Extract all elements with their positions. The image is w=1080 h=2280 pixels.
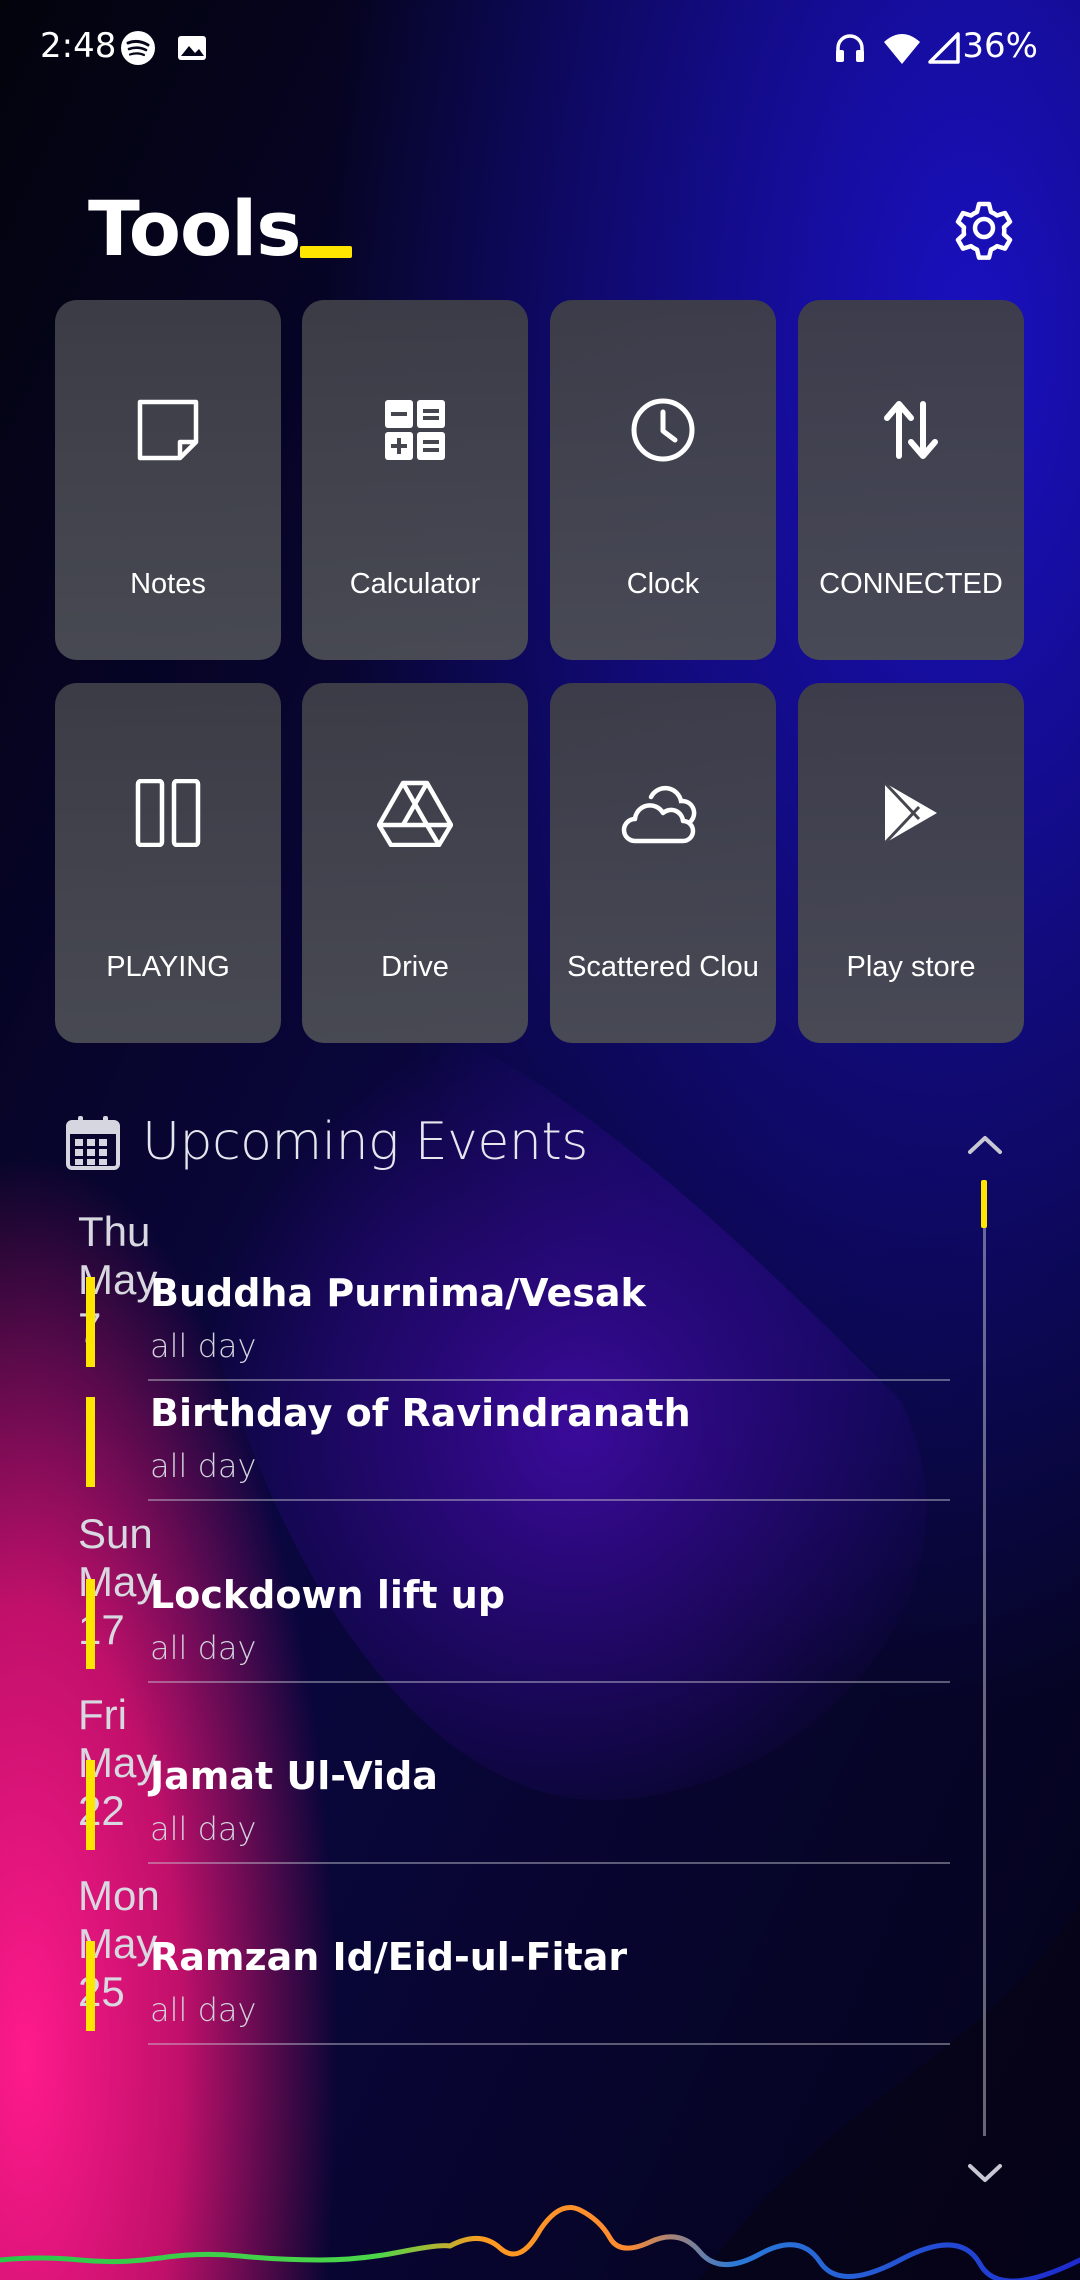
tile-label: PLAYING [106, 951, 230, 983]
tile-playing[interactable]: PLAYING [55, 683, 281, 1043]
divider [148, 2043, 950, 2045]
image-icon [178, 36, 206, 60]
clock-icon [613, 390, 713, 470]
events-title: Upcoming Events [142, 1112, 588, 1172]
event-color-bar [86, 1941, 95, 2031]
tile-calculator[interactable]: Calculator [302, 300, 528, 660]
event-time: all day [150, 1447, 257, 1485]
event-color-bar [86, 1760, 95, 1850]
event-time: all day [150, 1327, 257, 1365]
event-color-bar [86, 1579, 95, 1669]
event-time: all day [150, 1810, 257, 1848]
event-name: Birthday of Ravindranath [150, 1391, 691, 1435]
chevron-down-icon[interactable] [964, 2152, 1006, 2194]
tile-weather[interactable]: Scattered Clou [550, 683, 776, 1043]
calendar-icon [66, 1116, 120, 1170]
tile-notes[interactable]: Notes [55, 300, 281, 660]
list-item[interactable]: Buddha Purnima/Vesak all day [86, 1271, 950, 1385]
list-item[interactable]: Lockdown lift up all day [86, 1573, 950, 1687]
tile-label: Play store [846, 951, 976, 983]
tile-label: Clock [626, 568, 700, 600]
tile-label: Calculator [349, 568, 481, 600]
scrollbar-thumb[interactable] [981, 1180, 987, 1228]
list-item[interactable]: Jamat Ul-Vida all day [86, 1754, 950, 1868]
title-cursor-accent [300, 246, 352, 258]
signal-icon [928, 32, 960, 64]
list-item[interactable]: Ramzan Id/Eid-ul-Fitar all day [86, 1935, 950, 2049]
event-color-bar [86, 1397, 95, 1487]
tile-label: CONNECTED [819, 568, 1003, 600]
battery-level: 36% [962, 26, 1038, 66]
cloud-icon [613, 773, 713, 853]
event-name: Ramzan Id/Eid-ul-Fitar [150, 1935, 628, 1979]
audio-visualizer [0, 2205, 1080, 2280]
tile-drive[interactable]: Drive [302, 683, 528, 1043]
page-title: Tools [88, 184, 301, 273]
event-time: all day [150, 1629, 257, 1667]
status-time: 2:48 [40, 26, 117, 66]
tile-label: Scattered Clou [567, 951, 759, 983]
event-time: all day [150, 1991, 257, 2029]
tile-play-store[interactable]: Play store [798, 683, 1024, 1043]
tile-label: Drive [381, 951, 449, 983]
event-name: Jamat Ul-Vida [150, 1754, 438, 1798]
tile-label: Notes [130, 568, 206, 600]
status-bar: 2:48 36% [0, 0, 1080, 96]
drive-icon [365, 773, 465, 853]
scrollbar-track[interactable] [983, 1180, 986, 2136]
pause-icon [118, 773, 218, 853]
divider [148, 1862, 950, 1864]
headphones-icon [836, 34, 864, 62]
event-name: Buddha Purnima/Vesak [150, 1271, 646, 1315]
calculator-icon [365, 390, 465, 470]
divider [148, 1681, 950, 1683]
tile-connected[interactable]: CONNECTED [798, 300, 1024, 660]
list-item[interactable]: Birthday of Ravindranath all day [86, 1391, 950, 1505]
events-header: Upcoming Events [66, 1108, 966, 1178]
data-transfer-icon [861, 390, 961, 470]
spotify-icon [121, 31, 155, 65]
event-name: Lockdown lift up [150, 1573, 506, 1617]
divider [148, 1379, 950, 1381]
gear-icon[interactable] [946, 190, 1022, 266]
wifi-icon [884, 34, 920, 64]
play-store-icon [861, 773, 961, 853]
tile-clock[interactable]: Clock [550, 300, 776, 660]
note-icon [118, 390, 218, 470]
event-color-bar [86, 1277, 95, 1367]
divider [148, 1499, 950, 1501]
chevron-up-icon[interactable] [964, 1124, 1006, 1166]
